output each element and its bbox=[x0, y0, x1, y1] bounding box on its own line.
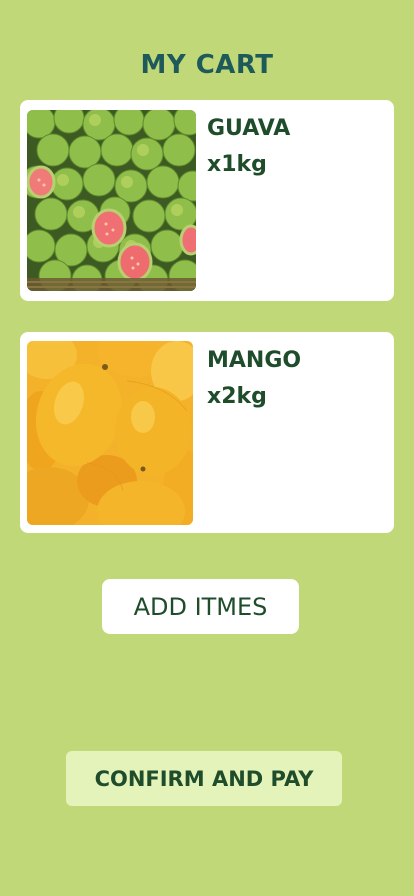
mango-image bbox=[27, 341, 193, 525]
item-name: MANGO bbox=[207, 348, 302, 373]
page-title: MY CART bbox=[140, 50, 274, 80]
guava-image bbox=[27, 110, 196, 291]
item-quantity: x2kg bbox=[207, 384, 267, 409]
confirm-and-pay-button[interactable]: CONFIRM AND PAY bbox=[66, 751, 342, 806]
cart-item-guava[interactable]: GUAVA x1kg bbox=[20, 100, 394, 301]
add-items-button[interactable]: ADD ITMES bbox=[102, 579, 299, 634]
item-quantity: x1kg bbox=[207, 152, 267, 177]
item-name: GUAVA bbox=[207, 116, 291, 141]
cart-item-mango[interactable]: MANGO x2kg bbox=[20, 332, 394, 533]
